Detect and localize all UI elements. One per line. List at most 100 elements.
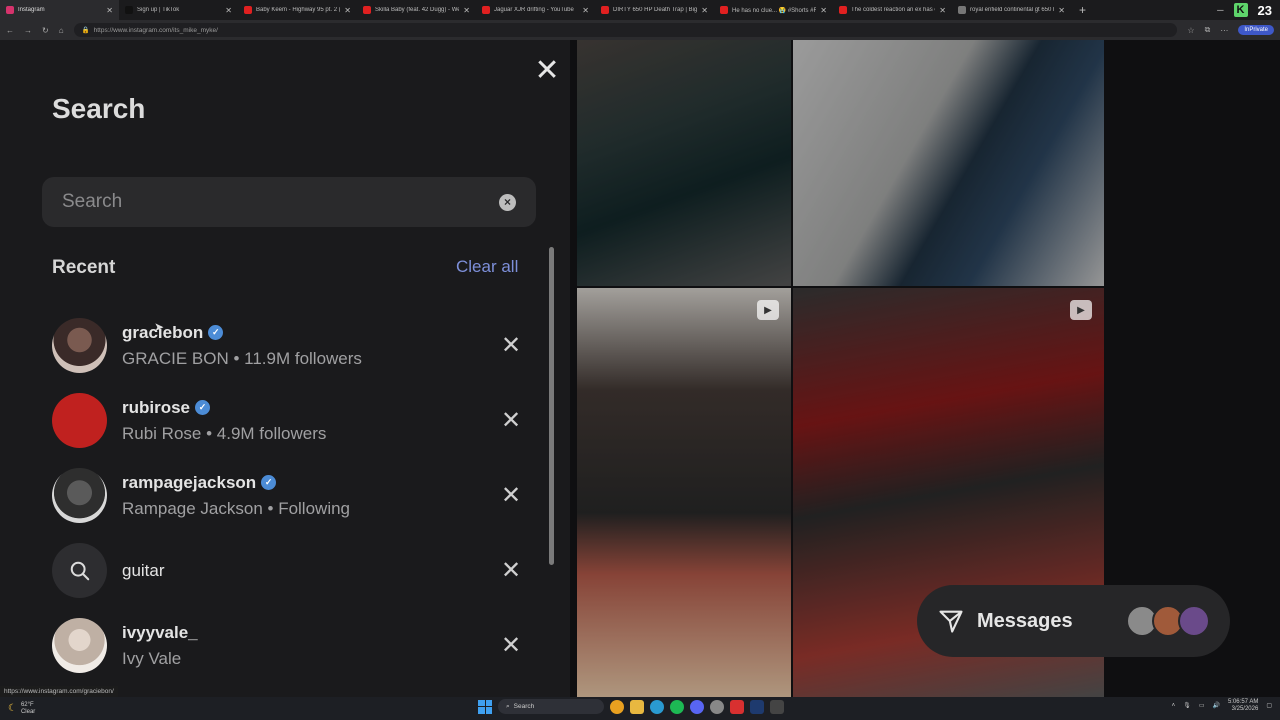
close-tab-icon[interactable]: ✕ (820, 6, 827, 15)
settings-gear-icon[interactable] (710, 699, 724, 714)
avatar (1178, 605, 1210, 637)
spotify-icon[interactable] (670, 699, 684, 714)
home-icon[interactable]: ⌂ (59, 26, 64, 35)
search-box: × (42, 177, 536, 227)
taskbar-apps: ⌕ Search (478, 699, 784, 714)
avatar (52, 393, 107, 448)
tab-favicon-icon (482, 6, 490, 14)
discord-icon[interactable] (690, 699, 704, 714)
recent-scrollbar[interactable] (549, 247, 554, 565)
reel-icon: ▶ (757, 300, 779, 320)
url-field[interactable]: 🔒 https://www.instagram.com/its_mike_myk… (73, 23, 1178, 37)
recent-subtitle: GRACIE BON • 11.9M followers (122, 348, 362, 368)
chevron-up-icon[interactable]: ˄ (1172, 703, 1176, 710)
recent-item-rubirose[interactable]: rubirose ✓ Rubi Rose • 4.9M followers ✕ (52, 383, 522, 458)
favorites-icon[interactable]: ☆ (1187, 26, 1194, 35)
recent-item-guitar[interactable]: guitar ✕ (52, 533, 522, 608)
close-tab-icon[interactable]: ✕ (939, 6, 946, 15)
browser-tab[interactable]: The coldest reaction an ex has ever ✕ (833, 0, 952, 20)
browser-tab[interactable]: DIRTY 650 HP Death Trap | Big Turb✕ (595, 0, 714, 20)
clear-all-button[interactable]: Clear all (456, 257, 518, 277)
post-tile-car-drift[interactable] (793, 40, 1104, 286)
search-icon: ⌕ (506, 702, 510, 710)
volume-icon[interactable]: 🔊 (1212, 703, 1219, 710)
taskbar-search[interactable]: ⌕ Search (498, 699, 604, 714)
back-icon[interactable]: ← (6, 26, 14, 35)
file-explorer-icon[interactable] (630, 699, 644, 714)
post-tile-hair[interactable]: ▶ (577, 288, 791, 697)
browser-tab[interactable]: Sign up | TikTok ✕ (119, 0, 238, 20)
new-tab-button[interactable]: + (1071, 3, 1094, 17)
weather-temp: 62°F (20, 701, 34, 708)
moon-icon: ☾ (8, 703, 17, 714)
close-tab-icon[interactable]: ✕ (106, 6, 113, 15)
microphone-icon[interactable]: 🎙 (1183, 703, 1191, 710)
photoshop-icon[interactable] (750, 699, 764, 714)
windows-taskbar: ☾ 62°F Clear ⌕ Search ˄ 🎙 ▭ 🔊 5:06:57 AM… (0, 697, 1280, 720)
tab-strip: Instagram ✕ Sign up | TikTok ✕ Baby Keem - H… (0, 0, 1071, 20)
browser-tab[interactable]: Jaguar XJR drifting - YouTube ✕ (476, 0, 595, 20)
close-search-button[interactable]: ✕ (534, 54, 559, 87)
tab-favicon-icon (6, 6, 14, 14)
post-tile-car-front[interactable] (577, 40, 791, 286)
tab-favicon-icon (125, 6, 133, 14)
extensions-icon[interactable]: ⧉ (1205, 25, 1211, 35)
network-icon[interactable]: ▭ (1199, 703, 1205, 710)
recent-username: ivyyvale_ (122, 622, 198, 642)
clear-search-icon[interactable]: × (499, 193, 516, 211)
status-url: https://www.instagram.com/graciebon/ (0, 686, 118, 697)
tab-favicon-icon (839, 6, 847, 14)
counter-text: 23 (1257, 2, 1272, 18)
settings-icon[interactable]: ⋯ (1220, 26, 1228, 35)
notification-icon[interactable]: ▢ (1266, 703, 1272, 710)
edge-icon[interactable] (650, 699, 664, 714)
remove-recent-button[interactable]: ✕ (500, 482, 522, 509)
tab-title: Jaguar XJR drifting - YouTube (494, 7, 574, 13)
address-bar-row: ← → ↻ ⌂ 🔒 https://www.instagram.com/its_… (0, 20, 1280, 40)
avatar (52, 618, 107, 673)
inprivate-badge[interactable]: InPrivate (1238, 25, 1274, 35)
clock-date: 3/25/2026 (1231, 706, 1259, 712)
clock[interactable]: 5:06:57 AM 3/25/2026 (1228, 699, 1258, 713)
close-tab-icon[interactable]: ✕ (1058, 6, 1065, 15)
browser-tab[interactable]: He has no clue... 😭 #Shorts #Ryp ✕ (714, 0, 833, 20)
close-tab-icon[interactable]: ✕ (701, 6, 708, 15)
recent-list: graciebon ✓ GRACIE BON • 11.9M followers … (52, 308, 522, 683)
remove-recent-button[interactable]: ✕ (500, 557, 522, 584)
weather-widget[interactable]: ☾ 62°F Clear (0, 702, 35, 716)
close-tab-icon[interactable]: ✕ (344, 6, 351, 15)
browser-tab[interactable]: royal enfield continental gt 650 bo ✕ (952, 0, 1071, 20)
close-tab-icon[interactable]: ✕ (582, 6, 589, 15)
browser-tab-bar: Instagram ✕ Sign up | TikTok ✕ Baby Keem - H… (0, 0, 1280, 20)
recent-subtitle: Ivy Vale (122, 648, 182, 668)
messages-button[interactable]: Messages (917, 585, 1230, 657)
tab-title: Sign up | TikTok (137, 7, 180, 13)
remove-recent-button[interactable]: ✕ (500, 407, 522, 434)
recent-item-graciebon[interactable]: graciebon ✓ GRACIE BON • 11.9M followers … (52, 308, 522, 383)
recent-item-rampagejackson[interactable]: rampagejackson ✓ Rampage Jackson • Follow… (52, 458, 522, 533)
tab-favicon-icon (363, 6, 371, 14)
acrobat-icon[interactable] (730, 699, 744, 714)
forward-icon[interactable]: → (24, 26, 32, 35)
minimize-icon[interactable]: ─ (1217, 5, 1223, 15)
windows-start-icon[interactable] (478, 699, 492, 714)
tab-favicon-icon (244, 6, 252, 14)
browser-tab[interactable]: Skilla Baby (feat. 42 Dugg) - Weird ✕ (357, 0, 476, 20)
browser-tab[interactable]: Instagram ✕ (0, 0, 119, 20)
search-panel: Search × Recent Clear all graciebon✓ GRA… (0, 40, 570, 697)
verified-badge-icon: ✓ (195, 400, 211, 415)
remove-recent-button[interactable]: ✕ (500, 632, 522, 659)
search-input[interactable] (62, 191, 499, 213)
chrome-icon[interactable] (610, 699, 624, 714)
close-tab-icon[interactable]: ✕ (225, 6, 232, 15)
recent-item-ivyyvale[interactable]: ivyyvale_ Ivy Vale ✕ (52, 608, 522, 683)
recent-username: rampagejackson (122, 472, 257, 492)
verified-badge-icon: ✓ (261, 475, 277, 490)
mouse-cursor-icon: ➤ (154, 320, 165, 334)
close-tab-icon[interactable]: ✕ (463, 6, 470, 15)
terminal-icon[interactable] (770, 699, 784, 714)
reload-icon[interactable]: ↻ (42, 26, 49, 35)
send-icon (939, 610, 963, 633)
remove-recent-button[interactable]: ✕ (500, 332, 522, 359)
browser-tab[interactable]: Baby Keem - Highway 95 pt. 2 (Off ✕ (238, 0, 357, 20)
